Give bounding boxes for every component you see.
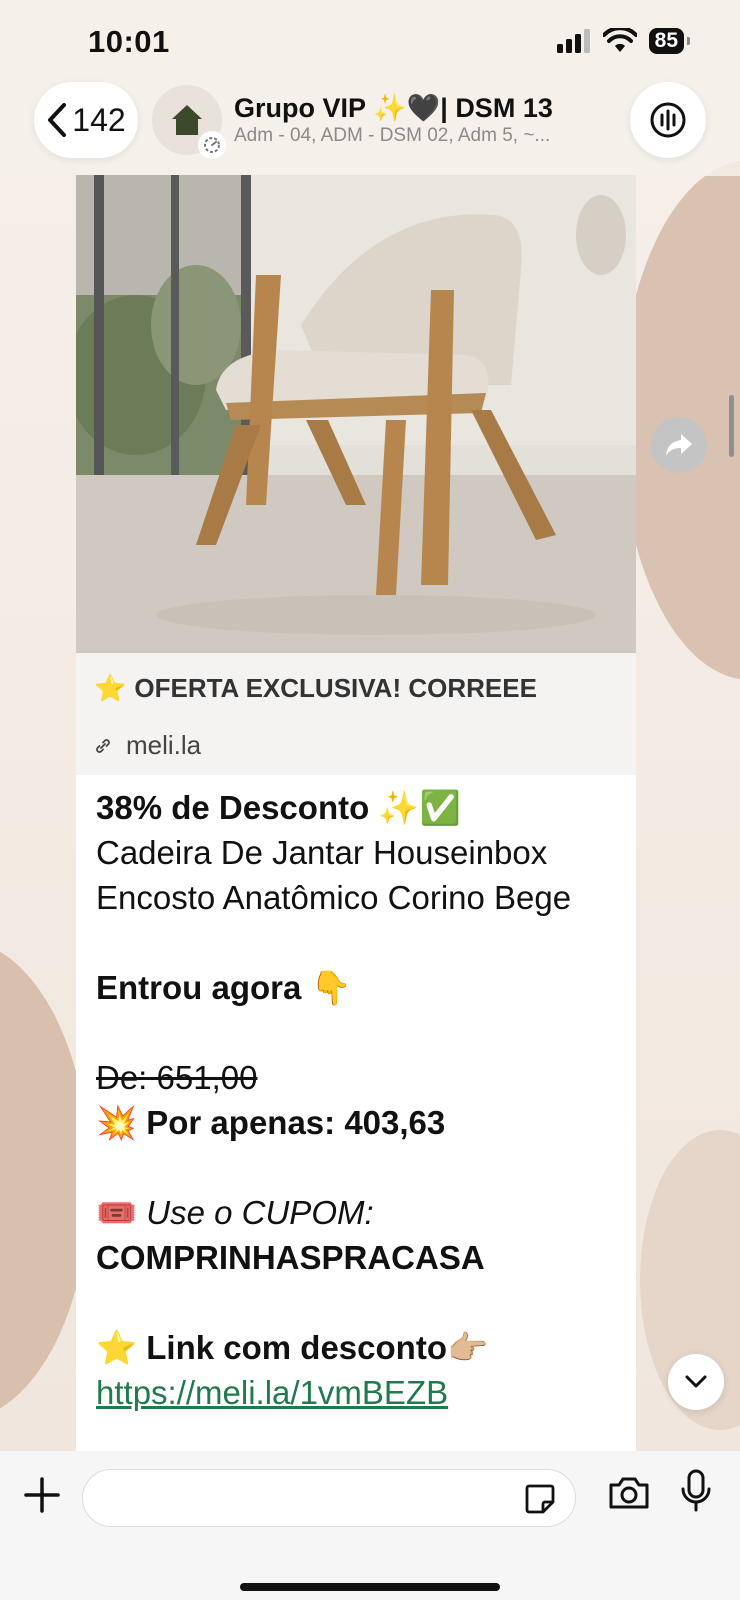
status-ring-badge (198, 131, 226, 159)
ticket-icon: 🎟️ (96, 1194, 138, 1231)
star-icon: ⭐ (94, 673, 127, 703)
chat-header: 142 Grupo VIP ✨🖤| DSM 13 Adm - 04, ADM -… (0, 78, 740, 176)
forward-button[interactable] (651, 417, 707, 473)
message-text: 38% de Desconto ✨✅ Cadeira De Jantar Hou… (76, 775, 636, 1415)
scrollbar[interactable] (729, 395, 734, 457)
status-bar: 10:01 85 (0, 0, 740, 80)
status-time: 10:01 (88, 24, 170, 59)
product-name-line: Encosto Anatômico Corino Bege (96, 879, 572, 916)
chevron-down-icon (685, 1375, 707, 1388)
chair-photo (76, 175, 636, 653)
entrou-agora: Entrou agora 👇 (96, 969, 352, 1006)
battery-indicator: 85 (648, 28, 691, 54)
old-price: De: 651,00 (96, 1059, 258, 1096)
link-preview[interactable]: ⭐ OFERTA EXCLUSIVA! CORREEE meli.la (76, 653, 636, 775)
product-name-line: Cadeira De Jantar Houseinbox (96, 834, 548, 871)
scroll-down-button[interactable] (668, 1354, 724, 1410)
sticker-icon[interactable] (523, 1482, 557, 1516)
status-icons: 85 (556, 28, 691, 54)
camera-icon[interactable] (607, 1475, 651, 1511)
back-button[interactable]: 142 (34, 82, 138, 158)
forward-arrow-icon (666, 434, 692, 456)
voice-chat-button[interactable] (630, 82, 706, 158)
plus-icon[interactable] (20, 1473, 64, 1517)
preview-title: OFERTA EXCLUSIVA! CORREEE (134, 673, 537, 703)
audio-waveform-icon (650, 102, 686, 138)
house-icon (172, 105, 202, 135)
chevron-left-icon (48, 103, 67, 137)
discount-headline: 38% de Desconto ✨✅ (96, 789, 461, 826)
new-price: 💥 Por apenas: 403,63 (96, 1104, 446, 1141)
offer-link[interactable]: https://meli.la/1vmBEZB (96, 1374, 448, 1411)
message-input[interactable] (82, 1469, 576, 1527)
coupon-code[interactable]: COMPRINHASPRACASA (96, 1235, 616, 1280)
group-members: Adm - 04, ADM - DSM 02, Adm 5, ~... (234, 125, 551, 146)
product-image[interactable] (76, 175, 636, 653)
cellular-signal-icon (556, 29, 590, 53)
preview-domain: meli.la (126, 730, 202, 760)
group-info-button[interactable]: Grupo VIP ✨🖤| DSM 13 Adm - 04, ADM - DSM… (152, 82, 606, 159)
group-avatar[interactable] (152, 85, 226, 159)
link-label: Link com desconto👉🏼 (146, 1329, 489, 1366)
wifi-icon (602, 28, 637, 52)
link-icon (96, 738, 110, 753)
timer-icon (204, 137, 220, 153)
coupon-label: Use o CUPOM: (146, 1194, 374, 1231)
message-bubble[interactable]: ⭐ OFERTA EXCLUSIVA! CORREEE meli.la 38% … (76, 175, 636, 1451)
home-indicator (240, 1583, 500, 1591)
microphone-icon[interactable] (680, 1469, 712, 1513)
group-title: Grupo VIP ✨🖤| DSM 13 (234, 93, 553, 123)
star-icon: ⭐ (96, 1329, 138, 1366)
unread-count: 142 (72, 101, 126, 138)
compose-bar (0, 1451, 740, 1600)
